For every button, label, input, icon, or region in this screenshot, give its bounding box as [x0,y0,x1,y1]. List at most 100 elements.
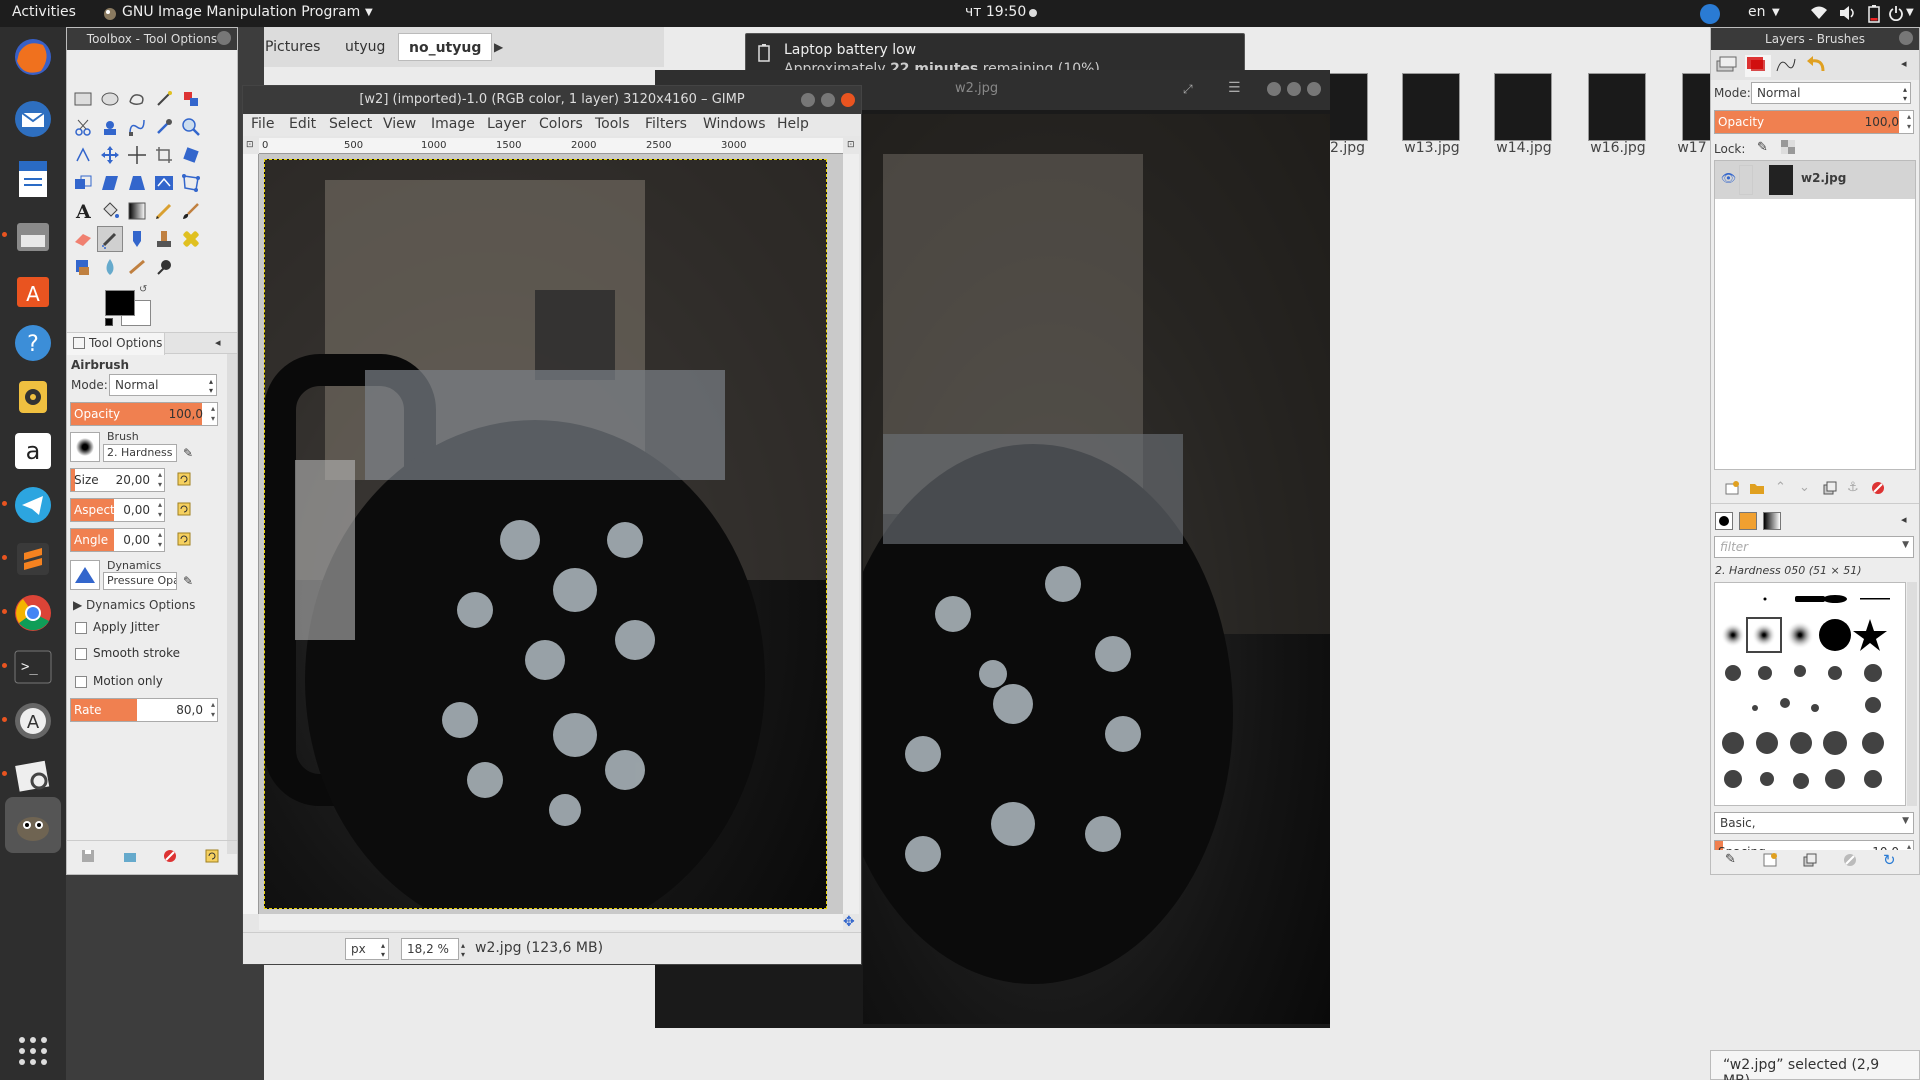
zoom-icon[interactable] [178,114,204,140]
airbrush-icon[interactable] [97,226,123,252]
image-viewer-icon[interactable] [9,751,57,799]
libreoffice-writer-icon[interactable] [9,155,57,203]
messenger-tray-icon[interactable] [1700,4,1720,24]
opacity-slider[interactable]: Opacity 100,0 ▴ ▾ [70,402,218,426]
paths-tab-icon[interactable] [1775,55,1801,77]
dodge-burn-icon[interactable] [151,254,177,280]
show-applications-icon[interactable] [9,1027,57,1075]
viewer-maximize-button[interactable] [1287,82,1301,96]
thunderbird-icon[interactable] [9,95,57,143]
save-options-icon[interactable] [81,849,95,863]
patterns-tab-icon[interactable] [1739,512,1757,530]
terminal-icon[interactable]: >_ [9,643,57,691]
opacity-stepper-icon[interactable]: ▴ ▾ [211,404,215,424]
file-thumbnail[interactable] [1402,73,1460,141]
menu-help[interactable]: Help [777,116,809,132]
bucket-fill-icon[interactable] [97,198,123,224]
viewer-close-button[interactable] [1307,82,1321,96]
reset-angle-icon[interactable] [177,532,191,546]
rotate-icon[interactable] [178,142,204,168]
menu-colors[interactable]: Colors [539,116,583,132]
restore-options-icon[interactable] [123,849,137,863]
menu-tools[interactable]: Tools [595,116,630,132]
scissors-select-icon[interactable] [70,114,96,140]
lock-alpha-icon[interactable] [1781,140,1795,154]
scale-icon[interactable] [70,170,96,196]
measure-icon[interactable] [70,142,96,168]
menu-edit[interactable]: Edit [289,116,316,132]
viewer-restore-icon[interactable]: ⤢ [1183,82,1193,97]
new-brush-icon[interactable] [1763,853,1777,867]
software-center-icon[interactable]: A [9,265,57,313]
angle-stepper-icon[interactable]: ▴ ▾ [158,530,162,550]
refresh-brushes-icon[interactable]: ↻ [1883,851,1896,869]
tool-options-tab[interactable]: Tool Options [67,333,165,355]
layers-tab-icon[interactable] [1715,55,1741,77]
angle-slider[interactable]: Angle 0,00 ▴ ▾ [70,528,165,552]
edit-brush-action-icon[interactable]: ✎ [1725,852,1736,867]
paths-icon[interactable] [124,114,150,140]
layers-dock-close-button[interactable] [1899,31,1913,45]
vertical-ruler[interactable] [243,154,259,914]
menu-filters[interactable]: Filters [645,116,687,132]
file-thumbnail[interactable] [1588,73,1646,141]
mode-select[interactable]: Normal ▴ ▾ [109,374,217,396]
new-layer-group-icon[interactable] [1749,481,1765,495]
layer-thumbnail[interactable] [1769,165,1793,195]
select-by-color-icon[interactable] [178,86,204,112]
new-layer-icon[interactable] [1725,481,1739,495]
motion-only-checkbox[interactable]: Motion only [75,674,163,688]
anchor-layer-icon[interactable]: ⚓ [1847,480,1859,495]
foreground-select-icon[interactable] [97,114,123,140]
tool-options-scrollbar[interactable] [227,354,237,854]
app-menu-button[interactable]: GNU Image Manipulation Program [122,4,360,20]
menu-image[interactable]: Image [431,116,475,132]
power-icon[interactable] [1888,5,1904,21]
text-icon[interactable]: A [70,198,96,224]
free-select-icon[interactable] [124,86,150,112]
image-canvas[interactable] [264,159,827,909]
layers-tab-menu-icon[interactable]: ◂ [1901,57,1907,70]
viewer-menu-icon[interactable]: ☰ [1228,80,1241,96]
layer-name[interactable]: w2.jpg [1801,171,1846,185]
image-close-button[interactable] [841,93,855,107]
image-maximize-button[interactable] [821,93,835,107]
layer-mode-select[interactable]: Normal ▴ ▾ [1751,82,1911,104]
battery-low-icon[interactable] [1868,5,1880,23]
lower-layer-icon[interactable]: ⌄ [1799,480,1810,495]
zoom-field[interactable]: 18,2 % [401,938,459,960]
channels-tab-icon[interactable] [1745,55,1771,77]
sublime-text-icon[interactable] [9,535,57,583]
amazon-icon[interactable]: a [9,427,57,475]
viewer-minimize-button[interactable] [1267,82,1281,96]
eraser-icon[interactable] [70,226,96,252]
size-stepper-icon[interactable]: ▴ ▾ [158,470,162,490]
paintbrush-icon[interactable] [178,198,204,224]
toolbox-close-button[interactable] [217,31,231,45]
lang-chevron-icon[interactable]: ▼ [1772,7,1780,18]
size-slider[interactable]: Size 20,00 ▴ ▾ [70,468,165,492]
menu-view[interactable]: View [383,116,416,132]
menu-select[interactable]: Select [329,116,372,132]
image-minimize-button[interactable] [801,93,815,107]
foreground-color-swatch[interactable] [105,290,135,316]
quick-mask-corner-icon[interactable]: ⊡ [246,140,254,150]
file-thumbnail[interactable] [1494,73,1552,141]
chain-toggle[interactable] [1739,165,1753,195]
move-icon[interactable] [97,142,123,168]
perspective-icon[interactable] [124,170,150,196]
apply-jitter-checkbox[interactable]: Apply Jitter [75,620,159,634]
brush-name-field[interactable]: 2. Hardness 05 [103,444,177,462]
crop-icon[interactable] [151,142,177,168]
files-icon[interactable] [9,213,57,261]
clone-icon[interactable] [151,226,177,252]
reset-size-icon[interactable] [177,472,191,486]
rate-slider[interactable]: Rate 80,0 ▴ ▾ [70,698,218,722]
file-label[interactable]: w14.jpg [1484,140,1564,156]
unit-select[interactable]: px ▴ ▾ [345,938,389,960]
pencil-icon[interactable] [151,198,177,224]
ink-icon[interactable] [124,226,150,252]
wifi-icon[interactable] [1810,5,1828,21]
aspect-stepper-icon[interactable]: ▴ ▾ [158,500,162,520]
default-colors-icon[interactable] [105,318,113,326]
